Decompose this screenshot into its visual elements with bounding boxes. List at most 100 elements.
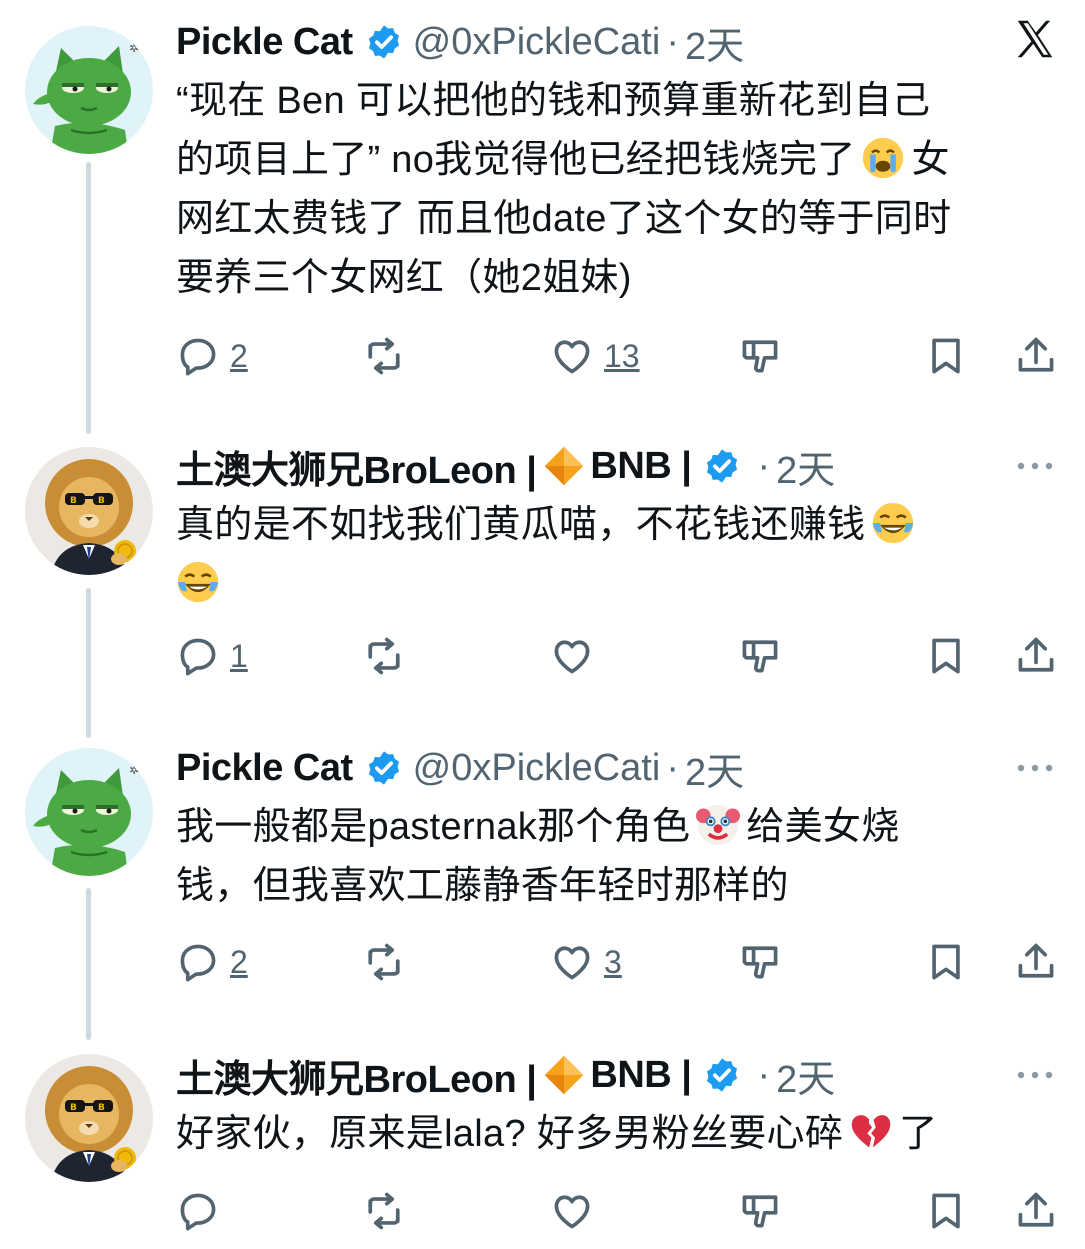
reply-count[interactable]: 2 (230, 944, 248, 981)
tweet[interactable]: Pickle Cat @0xPickleCati · 2天 我一般都是paste… (0, 734, 1085, 1034)
retweet-button[interactable] (362, 626, 406, 686)
like-button[interactable] (550, 626, 594, 686)
bookmark-button[interactable] (924, 932, 968, 992)
like-button[interactable]: 13 (550, 326, 640, 386)
dislike-button[interactable] (738, 1181, 782, 1241)
share-button[interactable] (1014, 326, 1058, 386)
text-segment: 我一般都是pasternak那个角色 (176, 806, 691, 848)
like-button[interactable]: 3 (550, 932, 622, 992)
tweet[interactable]: 土澳大狮兄BroLeon | BNB | · 2天 真的是不如找我们黄瓜喵，不花… (0, 432, 1085, 722)
dislike-icon (738, 1189, 782, 1233)
text-segment: 好家伙，原来是lala? 好多男粉丝要心碎 (176, 1113, 844, 1155)
share-button[interactable] (1014, 1181, 1058, 1241)
reply-button[interactable] (176, 1181, 220, 1241)
reply-icon (176, 334, 220, 378)
avatar[interactable] (25, 748, 153, 876)
share-button[interactable] (1014, 626, 1058, 686)
text-segment: 女 (911, 139, 950, 181)
text-segment: 给美女烧 (746, 806, 900, 848)
action-bar: 1 (0, 626, 1085, 686)
bookmark-button[interactable] (924, 1181, 968, 1241)
retweet-icon (362, 940, 406, 984)
bnb-diamond-icon (542, 444, 586, 488)
dislike-icon (738, 634, 782, 678)
tweet-header: 土澳大狮兄BroLeon | BNB | · 2天 (176, 436, 835, 496)
avatar[interactable] (25, 1054, 153, 1182)
verified-icon (365, 23, 403, 61)
author-name[interactable]: Pickle Cat (176, 747, 353, 790)
reply-icon (176, 940, 220, 984)
verified-icon (365, 749, 403, 787)
share-icon (1014, 1189, 1058, 1233)
retweet-button[interactable] (362, 1181, 406, 1241)
reply-count[interactable]: 1 (230, 638, 248, 675)
like-count[interactable]: 13 (604, 338, 640, 375)
author-name[interactable]: 土澳大狮兄BroLeon | (176, 1048, 537, 1103)
tweet-header: Pickle Cat @0xPickleCati · 2天 (176, 738, 744, 798)
dislike-button[interactable] (738, 626, 782, 686)
text-segment: 了 (899, 1113, 938, 1155)
action-bar: 2 3 (0, 932, 1085, 992)
share-icon (1014, 334, 1058, 378)
reply-button[interactable]: 1 (176, 626, 248, 686)
dislike-button[interactable] (738, 326, 782, 386)
timestamp[interactable]: 2天 (776, 439, 835, 494)
avatar[interactable] (25, 26, 153, 154)
author-name[interactable]: Pickle Cat (176, 21, 353, 64)
retweet-button[interactable] (362, 932, 406, 992)
like-button[interactable] (550, 1181, 594, 1241)
reply-button[interactable]: 2 (176, 932, 248, 992)
bookmark-icon (924, 334, 968, 378)
reply-button[interactable]: 2 (176, 326, 248, 386)
retweet-icon (362, 634, 406, 678)
tweet[interactable]: 土澳大狮兄BroLeon | BNB | · 2天 好家伙，原来是lala? 好… (0, 1042, 1085, 1249)
heart-icon (550, 634, 594, 678)
separator: · (757, 1053, 771, 1096)
retweet-button[interactable] (362, 326, 406, 386)
avatar[interactable] (25, 447, 153, 575)
author-name[interactable]: 土澳大狮兄BroLeon | (176, 439, 537, 494)
heart-icon (550, 1189, 594, 1233)
clown-face-icon (696, 803, 741, 847)
tweet-header: Pickle Cat @0xPickleCati · 2天 (176, 12, 744, 72)
separator: · (757, 444, 771, 487)
more-button[interactable] (1015, 1045, 1055, 1105)
author-name-suffix[interactable]: BNB | (590, 445, 692, 488)
verified-icon (703, 1056, 741, 1094)
text-line: 钱，但我喜欢工藤静香年轻时那样的 (176, 865, 789, 907)
action-bar: 2 13 (0, 326, 1085, 386)
more-button[interactable] (1015, 738, 1055, 798)
dislike-button[interactable] (738, 932, 782, 992)
timestamp[interactable]: 2天 (776, 1048, 835, 1103)
face-with-tears-of-joy-icon (871, 501, 915, 545)
action-bar (0, 1181, 1085, 1241)
share-icon (1014, 940, 1058, 984)
more-button[interactable] (1015, 436, 1055, 496)
text-line: 真的是不如找我们黄瓜喵，不花钱还赚钱 (176, 496, 1066, 555)
separator: · (666, 20, 679, 63)
text-line: 我一般都是pasternak那个角色 给美女烧 (176, 798, 1066, 857)
pickle-cat-avatar-icon (25, 748, 153, 876)
author-name-suffix[interactable]: BNB | (590, 1054, 692, 1097)
bookmark-icon (924, 634, 968, 678)
timestamp[interactable]: 2天 (685, 15, 744, 70)
text-line: 要养三个女网红（她2姐妹) (176, 257, 632, 299)
bookmark-button[interactable] (924, 326, 968, 386)
tweet-text: 我一般都是pasternak那个角色 给美女烧 钱，但我喜欢工藤静香年轻时那样的 (176, 798, 1066, 916)
tweet-text: 真的是不如找我们黄瓜喵，不花钱还赚钱 (176, 496, 1066, 614)
share-button[interactable] (1014, 932, 1058, 992)
share-icon (1014, 634, 1058, 678)
timestamp[interactable]: 2天 (685, 741, 744, 796)
like-count[interactable]: 3 (604, 944, 622, 981)
author-handle[interactable]: @0xPickleCati (413, 21, 661, 64)
bookmark-button[interactable] (924, 626, 968, 686)
author-handle[interactable]: @0xPickleCati (413, 747, 661, 790)
text-line: 好家伙，原来是lala? 好多男粉丝要心碎 了 (176, 1105, 1066, 1164)
lion-avatar-icon (25, 447, 153, 575)
text-line: “现在 Ben 可以把他的钱和预算重新花到自己 (176, 80, 931, 122)
tweet[interactable]: Pickle Cat @0xPickleCati · 2天 “现在 Ben 可以… (0, 0, 1085, 420)
text-line (176, 555, 1066, 614)
heart-icon (550, 940, 594, 984)
tweet-text: “现在 Ben 可以把他的钱和预算重新花到自己 的项目上了” no我觉得他已经把… (176, 72, 1066, 308)
reply-count[interactable]: 2 (230, 338, 248, 375)
